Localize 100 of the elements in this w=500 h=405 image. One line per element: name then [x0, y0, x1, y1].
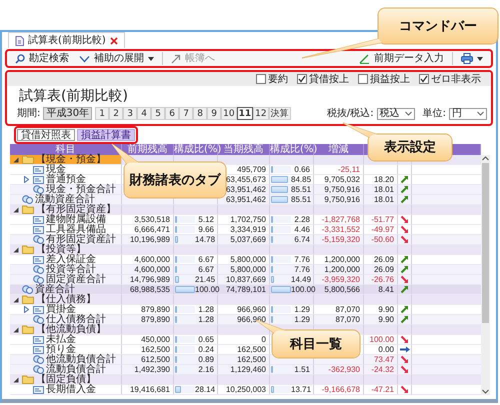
column-header: 当期残高	[224, 144, 264, 155]
column-header: 構成比(%)	[174, 144, 222, 155]
ratio-text: 84.85	[291, 175, 312, 184]
account-name: 【有形固定資産】	[36, 204, 116, 214]
account-name: 有形固定資産計	[46, 234, 116, 244]
ratio-text: 5.12	[198, 215, 214, 224]
ratio-text: 14.78	[195, 235, 216, 244]
ratio-text: 21.45	[195, 275, 216, 284]
amount-text: 6,666,471	[134, 225, 170, 234]
amount-text: 162,500	[237, 355, 266, 364]
ratio-text: 1.28	[198, 315, 214, 324]
difference-text: 87,070	[336, 305, 360, 314]
ratio-text: 100.00	[195, 285, 220, 294]
amount-text: 14,796,989	[130, 275, 170, 284]
account-name: 【固定負債】	[36, 374, 96, 384]
difference-text: 9,705,032	[324, 175, 360, 184]
ratio-text: 28.14	[195, 385, 216, 394]
change-rate-text: 18.20	[374, 175, 394, 184]
amount-text: 10,196,989	[130, 235, 170, 244]
column-header: 科目	[56, 144, 76, 155]
amount-text: 162,500	[141, 345, 170, 354]
checkbox-label: 損益按上	[370, 74, 410, 84]
amount-text: 450,000	[141, 335, 170, 344]
ratio-text: 14.49	[291, 275, 312, 284]
period-label: 期間:	[17, 108, 40, 119]
amount-text: 879,890	[141, 305, 170, 314]
amount-text: 1,129,460	[230, 365, 266, 374]
difference-text: 87,070	[336, 315, 360, 324]
ratio-text: 1.29	[294, 305, 310, 314]
amount-text: 5,037,669	[230, 235, 266, 244]
checkbox-label: 要約	[268, 74, 288, 84]
ratio-text: 7.76	[294, 265, 310, 274]
column-header: 前期残高	[128, 144, 168, 155]
account-name: 流動資産合計	[35, 194, 95, 204]
difference-text: 5,800,566	[324, 285, 360, 294]
difference-text: -3,331,552	[322, 225, 360, 234]
account-name: 【現金・預金】	[36, 154, 106, 164]
difference-text: -1,827,768	[322, 215, 360, 224]
change-rate-text: 18.01	[374, 195, 394, 204]
amount-text: 68,988,535	[130, 285, 170, 294]
account-name: 【仕入債務】	[36, 294, 96, 304]
change-rate-text: -26.76	[371, 275, 394, 284]
difference-text: -25,11	[338, 165, 360, 174]
account-name: 普通預金	[46, 174, 86, 184]
ratio-text: 85.51	[291, 185, 312, 194]
account-name: 未払金	[46, 334, 76, 344]
account-name: 投資等合計	[46, 264, 96, 274]
unit-label: 単位:	[422, 108, 446, 119]
change-rate-text: 8.41	[378, 285, 394, 294]
ratio-text: 4.46	[294, 225, 310, 234]
ratio-text: 0.24	[198, 345, 214, 354]
account-name: 現金・預金合計	[46, 184, 116, 194]
amount-text: 1,492,390	[134, 365, 170, 374]
ratio-text: 2.16	[198, 365, 214, 374]
amount-text: 10,837,669	[226, 275, 266, 284]
ratio-text: 100.00	[291, 285, 316, 294]
tax-label: 税抜/税込:	[326, 108, 374, 119]
change-rate-text: 18.01	[374, 185, 394, 194]
change-rate-text: 73.47	[374, 355, 394, 364]
amount-text: 4,600,000	[134, 255, 170, 264]
difference-text: -5,159,320	[322, 235, 360, 244]
account-name: 長期借入金	[46, 384, 96, 394]
account-name: 流動負債合計	[46, 364, 106, 374]
account-name: 固定資産合計	[46, 274, 106, 284]
account-name: 仕入債務合計	[46, 314, 106, 324]
ratio-text: 6.74	[294, 235, 310, 244]
change-rate-text: 0.00	[378, 345, 394, 354]
ratio-text: 13.71	[291, 385, 312, 394]
amount-text: 1,702,750	[230, 215, 266, 224]
change-rate-text: -24.32	[371, 365, 394, 374]
amount-text: 5,800,000	[230, 255, 266, 264]
amount-text: 3,334,919	[230, 225, 266, 234]
ratio-text: 85.51	[291, 195, 312, 204]
ratio-text: 0.66	[294, 165, 310, 174]
difference-text: -3,959,320	[322, 275, 360, 284]
change-rate-text: -51.77	[371, 215, 394, 224]
tab-title: 試算表(前期比較)	[28, 34, 106, 46]
account-name: 預り金	[46, 344, 76, 354]
amount-text: 3,530,518	[134, 215, 170, 224]
account-name: 【他流動負債】	[36, 324, 106, 334]
change-rate-text: -50.60	[371, 235, 394, 244]
difference-text: -9,166,678	[322, 385, 360, 394]
ratio-text: 1.51	[294, 365, 310, 374]
account-name: 建物附属設備	[46, 214, 106, 224]
amount-text: 5,800,000	[230, 265, 266, 274]
amount-text: 19,416,681	[130, 385, 170, 394]
amount-text: 879,890	[141, 315, 170, 324]
amount-text: 0	[262, 335, 266, 344]
account-name: 買掛金	[46, 304, 76, 314]
difference-text: 9,750,916	[324, 185, 360, 194]
difference-text: 1,200,000	[324, 265, 360, 274]
checkbox-label: 貸借按上	[309, 74, 349, 84]
column-header: 増減	[328, 144, 348, 155]
amount-text: 495,709	[237, 165, 266, 174]
change-rate-text: 100.00	[370, 335, 394, 344]
amount-text: 74,789,101	[226, 285, 266, 294]
ratio-text: 6.67	[198, 255, 214, 264]
ratio-text: 9.66	[198, 225, 214, 234]
account-name: 工具器具備品	[46, 224, 106, 234]
ratio-text: 1.29	[294, 315, 310, 324]
